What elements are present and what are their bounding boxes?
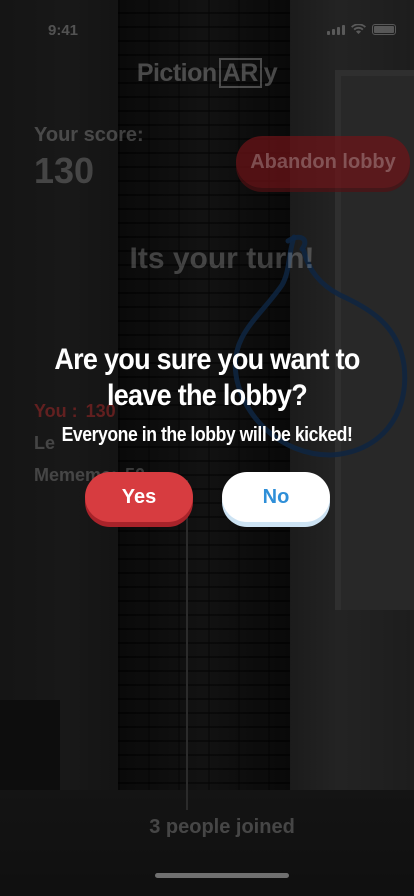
score-value: 130 bbox=[34, 150, 95, 191]
modal-title: Are you sure you want to leave the lobby… bbox=[54, 343, 360, 412]
abandon-lobby-button: Abandon lobby bbox=[236, 136, 410, 188]
players-joined-count: 3 people joined bbox=[149, 816, 295, 838]
logo-ar-bracket: AR bbox=[218, 58, 262, 88]
status-bar: 9:41 bbox=[0, 0, 414, 60]
turn-status: Its your turn! bbox=[129, 242, 315, 275]
status-icons bbox=[327, 24, 396, 35]
score-label: Your score: bbox=[34, 124, 144, 146]
cellular-signal-icon bbox=[327, 25, 345, 35]
battery-icon bbox=[372, 24, 396, 35]
status-time: 9:41 bbox=[48, 22, 79, 39]
confirm-yes-button[interactable]: Yes bbox=[85, 472, 193, 522]
confirm-no-button[interactable]: No bbox=[222, 472, 330, 522]
wifi-icon bbox=[351, 24, 366, 34]
modal-subtitle: Everyone in the lobby will be kicked! bbox=[61, 424, 353, 446]
app-logo: Piction AR y bbox=[136, 58, 278, 88]
home-indicator[interactable] bbox=[155, 873, 289, 878]
